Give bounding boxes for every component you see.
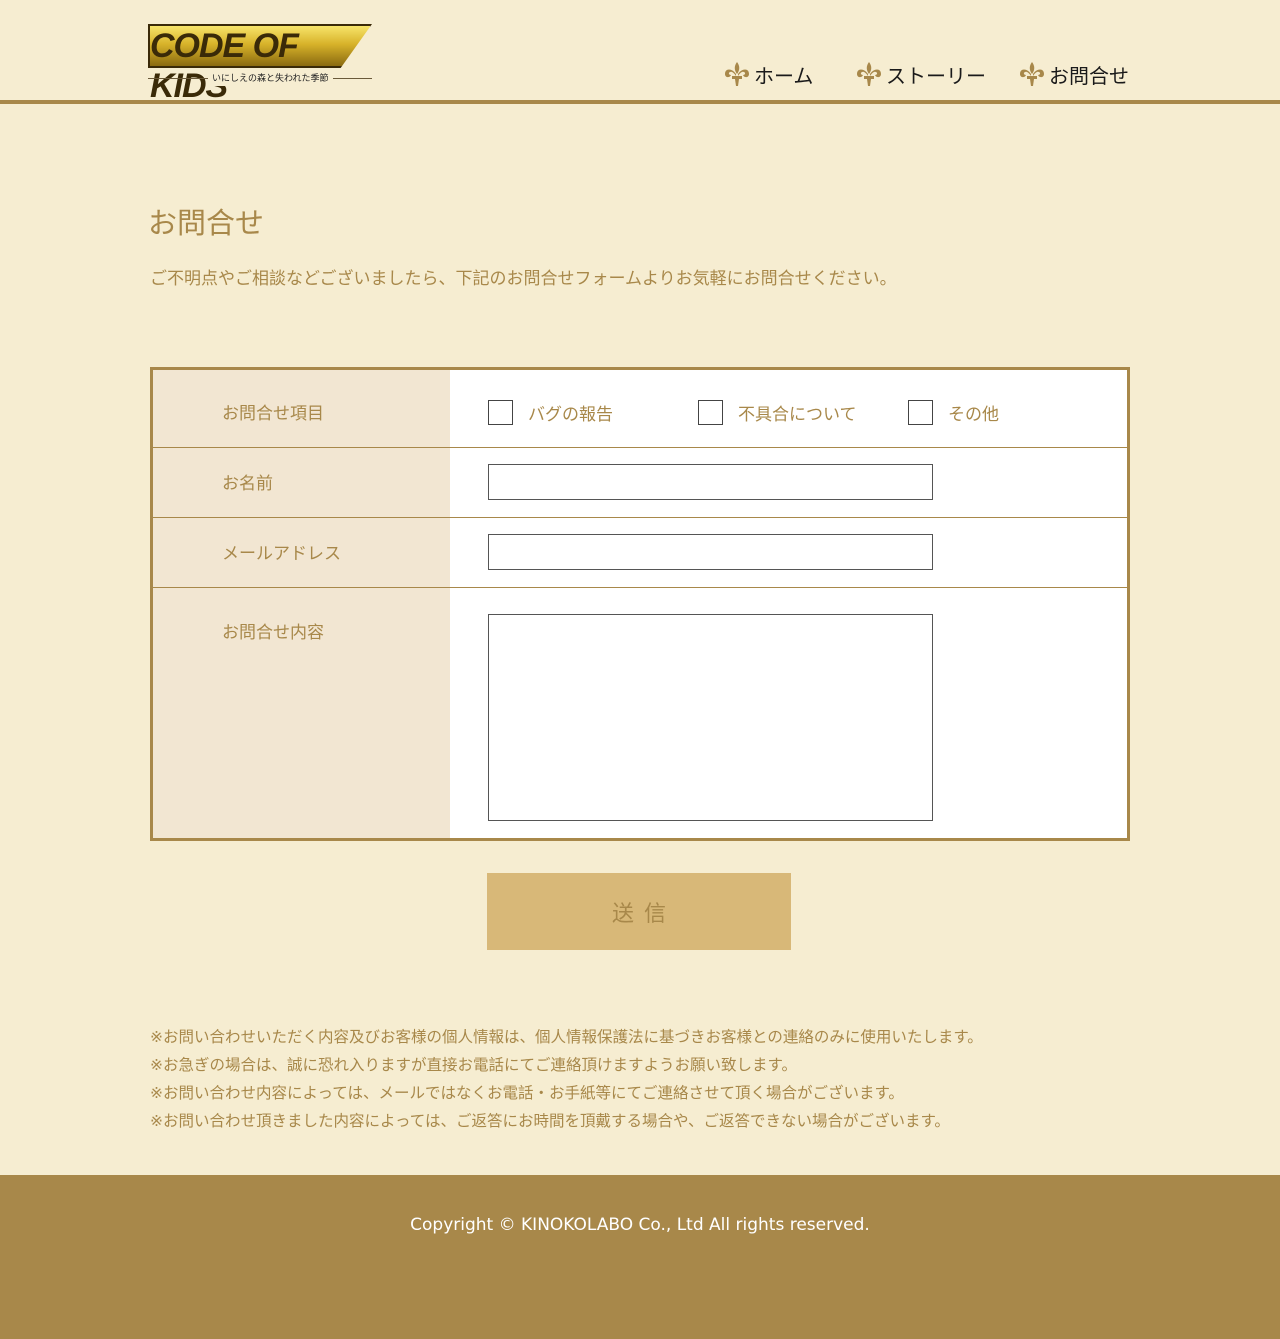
checkbox-box[interactable] <box>698 400 723 425</box>
form-label-cell: お問合せ項目 <box>153 370 450 447</box>
message-textarea[interactable] <box>488 614 933 821</box>
nav-item-contact[interactable]: お問合せ <box>1017 58 1129 90</box>
notes-list: ※お問い合わせいただく内容及びお客様の個人情報は、個人情報保護法に基づきお客様と… <box>150 1023 983 1135</box>
logo-subtitle: いにしえの森と失われた季節 <box>208 72 333 86</box>
contact-form: お問合せ項目 バグの報告 不具合について その他 お名前 メールアドレス お問合… <box>150 367 1130 841</box>
fleur-de-lis-icon <box>725 62 749 86</box>
nav-item-story[interactable]: ストーリー <box>854 58 986 90</box>
nav-label: ホーム <box>754 63 814 88</box>
fleur-de-lis-icon <box>1020 62 1044 86</box>
site-logo[interactable]: CODE OF KIDS いにしえの森と失われた季節 <box>148 24 374 105</box>
copyright-text: Copyright © KINOKOLABO Co., Ltd All righ… <box>410 1215 870 1235</box>
form-row-name: お名前 <box>153 448 1127 518</box>
name-label: お名前 <box>222 474 273 494</box>
form-field-cell <box>450 448 1127 517</box>
site-footer: Copyright © KINOKOLABO Co., Ltd All righ… <box>0 1175 1280 1339</box>
email-input[interactable] <box>488 534 933 570</box>
checkbox-box[interactable] <box>908 400 933 425</box>
nav-label: ストーリー <box>886 63 986 88</box>
note-item: ※お問い合わせいただく内容及びお客様の個人情報は、個人情報保護法に基づきお客様と… <box>150 1028 983 1046</box>
checkbox-other[interactable]: その他 <box>908 400 999 425</box>
message-label: お問合せ内容 <box>222 623 324 643</box>
checkbox-box[interactable] <box>488 400 513 425</box>
form-row-category: お問合せ項目 バグの報告 不具合について その他 <box>153 370 1127 448</box>
site-header: CODE OF KIDS いにしえの森と失われた季節 ホーム ストーリー お問合… <box>0 0 1280 105</box>
nav-item-home[interactable]: ホーム <box>722 58 813 90</box>
submit-button[interactable]: 送信 <box>487 873 791 950</box>
checkbox-label: その他 <box>948 405 999 425</box>
name-input[interactable] <box>488 464 933 500</box>
page-description: ご不明点やご相談などございましたら、下記のお問合せフォームよりお気軽にお問合せく… <box>150 269 897 289</box>
checkbox-malfunction[interactable]: 不具合について <box>698 400 857 425</box>
note-item: ※お急ぎの場合は、誠に恐れ入りますが直接お電話にてご連絡頂けますようお願い致しま… <box>150 1056 797 1074</box>
note-item: ※お問い合わせ頂きました内容によっては、ご返答にお時間を頂戴する場合や、ご返答で… <box>150 1112 950 1130</box>
checkbox-label: バグの報告 <box>528 405 613 425</box>
logo-text: CODE OF KIDS <box>150 27 299 105</box>
form-field-cell <box>450 518 1127 587</box>
form-label-cell: お名前 <box>153 448 450 517</box>
page-title: お問合せ <box>148 206 265 240</box>
checkbox-label: 不具合について <box>738 405 857 425</box>
note-item: ※お問い合わせ内容によっては、メールではなくお電話・お手紙等にてご連絡させて頂く… <box>150 1084 904 1102</box>
form-row-message: お問合せ内容 <box>153 588 1127 838</box>
form-field-cell <box>450 588 1127 838</box>
category-label: お問合せ項目 <box>222 404 324 424</box>
email-label: メールアドレス <box>222 544 341 564</box>
form-row-email: メールアドレス <box>153 518 1127 588</box>
checkbox-bug-report[interactable]: バグの報告 <box>488 400 613 425</box>
form-field-cell: バグの報告 不具合について その他 <box>450 370 1127 447</box>
nav-label: お問合せ <box>1049 63 1129 88</box>
form-label-cell: お問合せ内容 <box>153 588 450 838</box>
fleur-de-lis-icon <box>857 62 881 86</box>
form-label-cell: メールアドレス <box>153 518 450 587</box>
